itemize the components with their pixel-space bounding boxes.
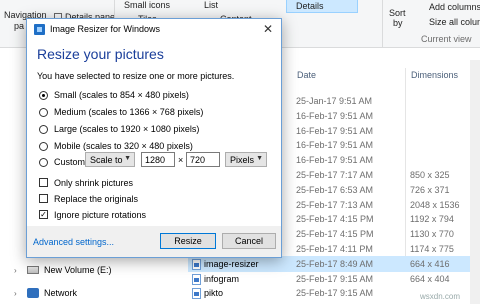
nav-item-label: New Volume (E:) xyxy=(44,265,112,275)
file-date: 25-Feb-17 9:15 AM xyxy=(296,273,374,284)
radio-label: Large (scales to 1920 × 1080 pixels) xyxy=(54,124,200,134)
checkbox-label: Replace the originals xyxy=(54,193,139,204)
dialog-footer: Advanced settings... Resize Cancel xyxy=(27,226,281,257)
custom-width-input[interactable]: 1280 xyxy=(141,152,175,167)
file-date: 25-Feb-17 9:15 AM xyxy=(296,288,374,299)
radio-button[interactable] xyxy=(39,90,48,100)
radio-label: Medium (scales to 1366 × 768 pixels) xyxy=(54,107,204,117)
file-date: 25-Feb-17 4:15 PM xyxy=(296,229,374,240)
list-option[interactable]: List xyxy=(204,0,218,10)
resize-mode-select[interactable]: Scale to ▼ xyxy=(85,152,135,167)
column-header-date[interactable]: Date xyxy=(297,70,316,84)
checkbox-only-shrink[interactable]: Only shrink pictures xyxy=(39,176,133,189)
ribbon-divider-2 xyxy=(382,0,383,48)
radio-button[interactable] xyxy=(39,141,48,151)
radio-small[interactable]: Small (scales to 854 × 480 pixels) xyxy=(39,88,189,102)
file-dimensions: 1130 x 770 xyxy=(410,229,454,240)
radio-label: Mobile (scales to 320 × 480 pixels) xyxy=(54,141,193,151)
file-dimensions: 850 x 325 xyxy=(410,170,450,180)
file-name: pikto xyxy=(204,288,224,299)
checkbox-ignore-rotations[interactable]: ✓ Ignore picture rotations xyxy=(39,208,146,221)
checkbox-label: Only shrink pictures xyxy=(54,177,134,188)
image-file-icon xyxy=(192,258,201,270)
column-header-dimensions[interactable]: Dimensions xyxy=(411,70,458,84)
file-name: infogram xyxy=(204,273,240,284)
size-all-columns-button[interactable]: Size all column xyxy=(429,17,480,27)
dialog-heading: Resize your pictures xyxy=(37,46,164,62)
app-icon xyxy=(34,24,45,35)
unit-select[interactable]: Pixels ▼ xyxy=(225,152,267,167)
file-date: 25-Feb-17 8:49 AM xyxy=(296,258,374,269)
resize-button[interactable]: Resize xyxy=(160,233,216,249)
file-dimensions: 2048 x 1536 xyxy=(410,199,460,210)
watermark: wsxdn.com xyxy=(420,292,461,301)
sort-by-label-2: by xyxy=(393,18,403,28)
file-date: 16-Feb-17 9:51 AM xyxy=(296,155,374,166)
radio-large[interactable]: Large (scales to 1920 × 1080 pixels) xyxy=(39,122,199,136)
checkbox[interactable] xyxy=(39,178,48,187)
radio-medium[interactable]: Medium (scales to 1366 × 768 pixels) xyxy=(39,105,203,119)
chevron-down-icon: ▼ xyxy=(124,155,131,162)
file-row[interactable]: image-resizer 25-Feb-17 8:49 AM 664 x 416 xyxy=(188,255,480,272)
add-columns-button[interactable]: Add columns xyxy=(429,2,480,12)
checkbox[interactable] xyxy=(39,194,48,203)
file-dimensions: 1174 x 775 xyxy=(410,244,454,254)
file-name: image-resizer xyxy=(204,258,259,269)
radio-custom[interactable]: Custom: xyxy=(39,155,88,169)
network-icon xyxy=(27,288,39,298)
unit-value: Pixels xyxy=(230,155,255,165)
sort-by-button[interactable]: Sort xyxy=(389,8,406,18)
radio-button[interactable] xyxy=(39,107,48,117)
file-date: 16-Feb-17 9:51 AM xyxy=(296,125,374,136)
current-view-group-label: Current view xyxy=(421,34,472,44)
file-date: 25-Feb-17 4:11 PM xyxy=(296,244,373,254)
close-icon[interactable]: ✕ xyxy=(263,22,273,36)
file-date: 25-Feb-17 4:15 PM xyxy=(296,214,374,225)
image-file-icon xyxy=(192,273,201,285)
file-row[interactable]: infogram 25-Feb-17 9:15 AM 664 x 404 xyxy=(188,271,480,287)
file-dimensions: 726 x 371 xyxy=(410,184,450,195)
radio-button[interactable] xyxy=(39,157,48,167)
dialog-title: Image Resizer for Windows xyxy=(50,24,161,34)
radio-label: Custom: xyxy=(54,157,88,167)
file-dimensions: 1192 x 794 xyxy=(410,214,454,225)
custom-height-input[interactable]: 720 xyxy=(186,152,220,167)
file-dimensions: 664 x 404 xyxy=(410,273,450,284)
drive-icon xyxy=(27,266,39,274)
small-icons-option[interactable]: Small icons xyxy=(124,0,170,10)
checkbox[interactable]: ✓ xyxy=(39,210,48,219)
radio-label: Small (scales to 854 × 480 pixels) xyxy=(54,90,189,100)
dialog-description: You have selected to resize one or more … xyxy=(37,71,235,81)
file-date: 25-Feb-17 6:53 AM xyxy=(296,184,374,195)
chevron-right-icon[interactable]: › xyxy=(14,289,22,298)
chevron-right-icon[interactable]: › xyxy=(14,266,22,275)
checkbox-replace-originals[interactable]: Replace the originals xyxy=(39,192,138,205)
file-date: 25-Jan-17 9:51 AM xyxy=(296,96,373,106)
file-date: 16-Feb-17 9:51 AM xyxy=(296,140,374,151)
vertical-scrollbar[interactable] xyxy=(470,60,480,304)
chevron-down-icon: ▼ xyxy=(256,155,263,162)
navigation-pane-button-label-2: pa xyxy=(14,21,25,31)
checkbox-label: Ignore picture rotations xyxy=(54,209,147,220)
cancel-button[interactable]: Cancel xyxy=(222,233,276,249)
nav-item-new-volume[interactable]: › New Volume (E:) xyxy=(14,265,112,275)
nav-item-network[interactable]: › Network xyxy=(14,288,77,298)
times-symbol: × xyxy=(178,155,184,165)
dialog-titlebar[interactable]: Image Resizer for Windows ✕ xyxy=(27,19,281,41)
resize-mode-value: Scale to xyxy=(90,155,123,165)
radio-mobile[interactable]: Mobile (scales to 320 × 480 pixels) xyxy=(39,139,193,153)
file-date: 25-Feb-17 7:13 AM xyxy=(296,199,374,210)
nav-item-label: Network xyxy=(44,288,78,298)
file-date: 25-Feb-17 7:17 AM xyxy=(296,170,374,180)
image-resizer-dialog: Image Resizer for Windows ✕ Resize your … xyxy=(26,18,282,258)
details-option[interactable]: Details xyxy=(296,1,324,11)
file-date: 16-Feb-17 9:51 AM xyxy=(296,110,374,121)
advanced-settings-link[interactable]: Advanced settings... xyxy=(33,237,114,247)
radio-button[interactable] xyxy=(39,124,48,134)
file-dimensions: 664 x 416 xyxy=(410,258,450,269)
image-file-icon xyxy=(192,288,201,300)
